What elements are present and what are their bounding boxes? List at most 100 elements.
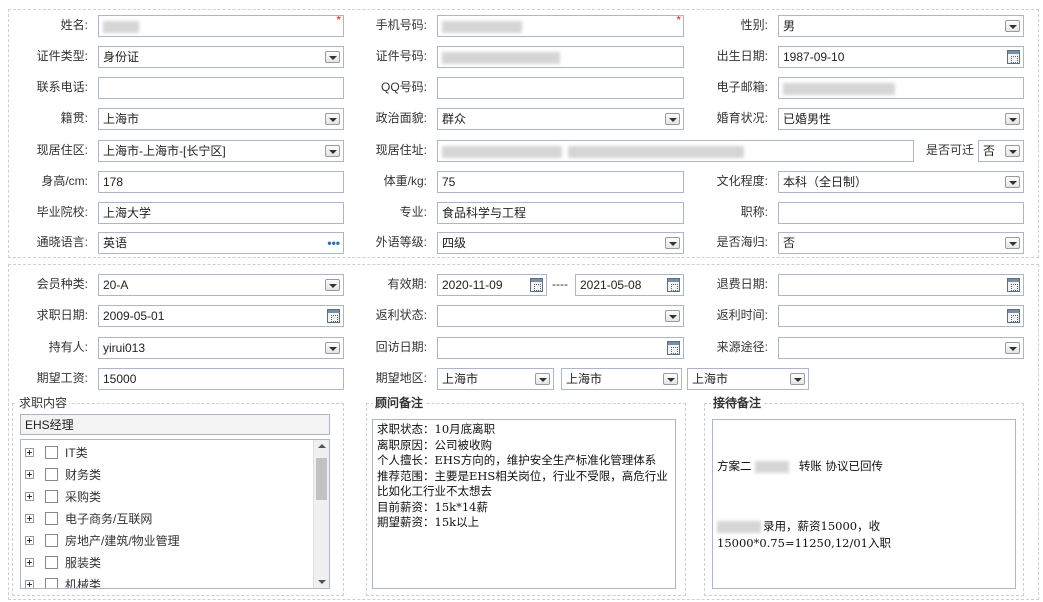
chevron-down-icon[interactable]: [790, 373, 805, 385]
refund-date-field[interactable]: [778, 274, 1024, 296]
chevron-down-icon[interactable]: [1005, 237, 1020, 249]
calendar-icon[interactable]: [327, 309, 340, 323]
member-type-select[interactable]: 20-A: [98, 274, 344, 296]
chevron-down-icon[interactable]: [665, 237, 680, 249]
name-field[interactable]: *: [98, 15, 344, 37]
region-select-3[interactable]: 上海市: [687, 368, 809, 390]
checkbox[interactable]: [45, 468, 58, 481]
contact-phone-field[interactable]: [98, 77, 344, 99]
residence-address-field[interactable]: [437, 140, 914, 162]
rebate-time-field[interactable]: [778, 305, 1024, 327]
expand-icon[interactable]: [25, 558, 34, 567]
education-label: 文化程度:: [716, 174, 768, 188]
checkbox[interactable]: [45, 512, 58, 525]
expand-icon[interactable]: [25, 492, 34, 501]
education-select[interactable]: 本科（全日制）: [778, 171, 1024, 193]
expand-icon[interactable]: [25, 470, 34, 479]
chevron-down-icon[interactable]: [325, 342, 340, 354]
chevron-down-icon[interactable]: [325, 145, 340, 157]
phone-field[interactable]: *: [437, 15, 684, 37]
calendar-icon[interactable]: [1007, 278, 1020, 292]
job-position-field[interactable]: EHS经理: [20, 414, 330, 435]
holder-select[interactable]: yirui013: [98, 337, 344, 359]
qq-field[interactable]: [437, 77, 684, 99]
calendar-icon[interactable]: [530, 278, 543, 292]
chevron-down-icon[interactable]: [325, 279, 340, 291]
job-date-label: 求职日期:: [36, 308, 88, 322]
valid-period-label: 有效期:: [387, 277, 427, 291]
language-field[interactable]: 英语 •••: [98, 232, 344, 254]
political-label: 政治面貌:: [375, 111, 427, 125]
native-place-select[interactable]: 上海市: [98, 108, 344, 130]
marital-select[interactable]: 已婚男性: [778, 108, 1024, 130]
major-field[interactable]: 食品科学与工程: [437, 202, 684, 224]
qq-label: QQ号码:: [380, 80, 427, 94]
job-date-field[interactable]: 2009-05-01: [98, 305, 344, 327]
member-type-label: 会员种类:: [36, 277, 88, 291]
height-field[interactable]: 178: [98, 171, 344, 193]
checkbox[interactable]: [45, 490, 58, 503]
birth-date-field[interactable]: 1987-09-10: [778, 46, 1024, 68]
language-level-label: 外语等级:: [375, 235, 427, 249]
email-label: 电子邮箱:: [716, 80, 768, 94]
marital-label: 婚育状况:: [716, 111, 768, 125]
scroll-down-icon[interactable]: [318, 580, 326, 584]
consultant-note-textarea[interactable]: 求职状态：10月底离职 离职原因：公司被收购 个人擅长：EHS方向的，维护安全生…: [372, 419, 676, 589]
calendar-icon[interactable]: [667, 341, 680, 355]
id-number-field[interactable]: [437, 46, 684, 68]
checkbox[interactable]: [45, 556, 58, 569]
consultant-note-legend: 顾问备注: [373, 396, 426, 410]
chevron-down-icon[interactable]: [325, 51, 340, 63]
expand-icon[interactable]: [25, 580, 34, 588]
visit-date-field[interactable]: [437, 337, 684, 359]
chevron-down-icon[interactable]: [1005, 145, 1020, 157]
region-select-1[interactable]: 上海市: [437, 368, 554, 390]
reception-note-textarea[interactable]: 方案二 转账 协议已回传 录用，薪资15000，收15000*0.75=1125…: [712, 419, 1016, 589]
political-select[interactable]: 群众: [437, 108, 684, 130]
tree-scrollbar[interactable]: [313, 440, 329, 588]
id-type-select[interactable]: 身份证: [98, 46, 344, 68]
valid-from-field[interactable]: 2020-11-09: [437, 274, 547, 296]
scroll-thumb[interactable]: [316, 458, 327, 500]
source-select[interactable]: [778, 337, 1024, 359]
checkbox[interactable]: [45, 446, 58, 459]
professional-title-field[interactable]: [778, 202, 1024, 224]
checkbox[interactable]: [45, 534, 58, 547]
gender-select[interactable]: 男: [778, 15, 1024, 37]
chevron-down-icon[interactable]: [535, 373, 550, 385]
scroll-up-icon[interactable]: [318, 444, 326, 448]
expand-icon[interactable]: [25, 536, 34, 545]
language-level-select[interactable]: 四级: [437, 232, 684, 254]
calendar-icon[interactable]: [1007, 309, 1020, 323]
chevron-down-icon[interactable]: [325, 113, 340, 125]
expand-icon[interactable]: [25, 514, 34, 523]
chevron-down-icon[interactable]: [1005, 113, 1020, 125]
school-field[interactable]: 上海大学: [98, 202, 344, 224]
more-options-icon[interactable]: •••: [327, 233, 340, 253]
reception-line-1: 方案二 转账 协议已回传: [717, 459, 883, 473]
calendar-icon[interactable]: [667, 278, 680, 292]
relocate-select[interactable]: 否: [978, 140, 1024, 162]
calendar-icon[interactable]: [1007, 50, 1020, 64]
overseas-select[interactable]: 否: [778, 232, 1024, 254]
rebate-status-select[interactable]: [437, 305, 684, 327]
residence-area-select[interactable]: 上海市-上海市-[长宁区]: [98, 140, 344, 162]
job-category-tree[interactable]: IT类 财务类 采购类 电子商务/互联网 房地产/建筑/物业管理 服装类 机械类: [20, 439, 330, 589]
weight-field[interactable]: 75: [437, 171, 684, 193]
chevron-down-icon[interactable]: [1005, 20, 1020, 32]
valid-to-field[interactable]: 2021-05-08: [575, 274, 684, 296]
expand-icon[interactable]: [25, 448, 34, 457]
region-select-2[interactable]: 上海市: [561, 368, 682, 390]
checkbox[interactable]: [45, 578, 58, 588]
chevron-down-icon[interactable]: [665, 113, 680, 125]
residence-area-label: 现居住区:: [36, 143, 88, 157]
email-field[interactable]: [778, 77, 1024, 99]
residence-address-label: 现居住址:: [375, 143, 427, 157]
chevron-down-icon[interactable]: [1005, 342, 1020, 354]
expected-salary-field[interactable]: 15000: [98, 368, 344, 390]
chevron-down-icon[interactable]: [1005, 176, 1020, 188]
chevron-down-icon[interactable]: [665, 310, 680, 322]
chevron-down-icon[interactable]: [663, 373, 678, 385]
holder-label: 持有人:: [48, 340, 88, 354]
expected-region-label: 期望地区:: [375, 371, 427, 385]
